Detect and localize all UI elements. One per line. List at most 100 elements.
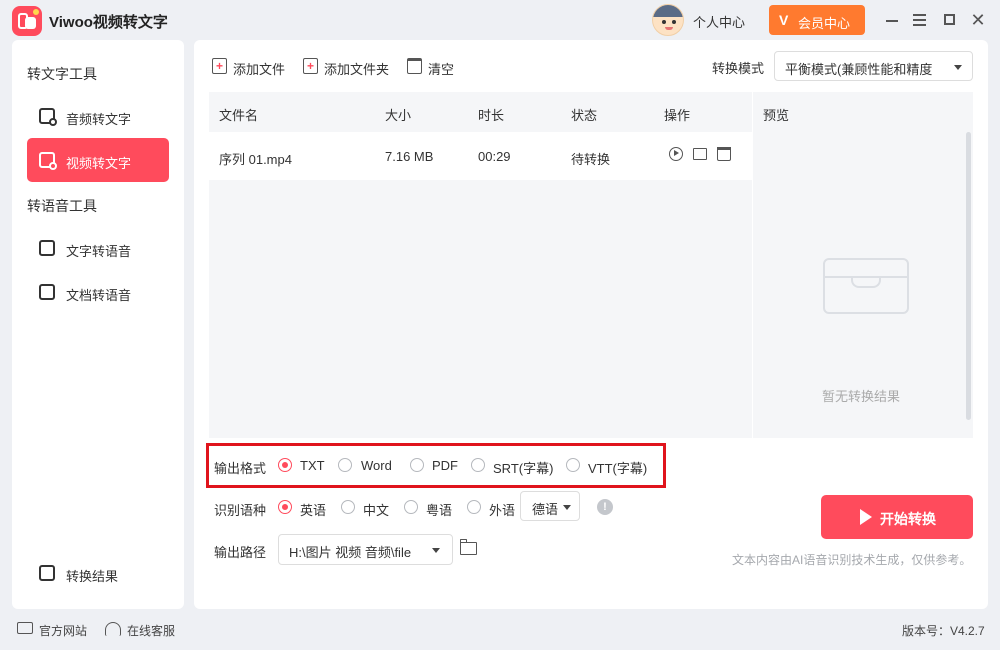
column-header-actions: 操作 xyxy=(664,108,691,123)
result-icon xyxy=(39,565,55,581)
format-radio-txt[interactable] xyxy=(278,458,292,472)
column-header-duration: 时长 xyxy=(478,108,505,123)
language-radio-english[interactable] xyxy=(278,500,292,514)
column-header-filename: 文件名 xyxy=(219,108,259,123)
sidebar-item-text-to-speech[interactable]: 文字转语音 xyxy=(27,226,169,270)
video-to-text-icon xyxy=(39,152,57,170)
preview-scrollbar[interactable] xyxy=(966,132,971,420)
output-format-label: 输出格式 xyxy=(214,461,267,476)
start-convert-label: 开始转换 xyxy=(880,511,936,527)
sidebar-item-label: 转换结果 xyxy=(66,569,119,584)
language-option-foreign[interactable]: 外语 xyxy=(489,500,515,519)
ai-disclaimer: 文本内容由AI语音识别技术生成，仅供参考。 xyxy=(732,553,972,567)
format-option-vtt[interactable]: VTT(字幕) xyxy=(588,458,647,477)
clear-button[interactable]: 清空 xyxy=(407,57,457,77)
section-title-to-text: 转文字工具 xyxy=(27,66,97,82)
add-folder-button[interactable]: + 添加文件夹 xyxy=(303,57,391,77)
play-icon xyxy=(860,509,872,525)
sidebar: 转文字工具 音频转文字 视频转文字 转语音工具 文字转语音 文档转语音 转换结果 xyxy=(12,40,184,609)
app-logo-icon xyxy=(12,6,42,36)
document-to-speech-icon xyxy=(39,284,55,300)
vip-center-button[interactable]: V 会员中心 xyxy=(769,5,865,35)
format-radio-vtt[interactable] xyxy=(566,458,580,472)
start-convert-button[interactable]: 开始转换 xyxy=(821,495,973,539)
language-radio-cantonese[interactable] xyxy=(404,500,418,514)
foreign-language-select[interactable]: 德语 xyxy=(520,491,580,521)
recognition-language-label: 识别语种 xyxy=(214,503,267,518)
sidebar-item-label: 文档转语音 xyxy=(66,288,132,303)
empty-result-text: 暂无转换结果 xyxy=(822,389,901,404)
language-radio-foreign[interactable] xyxy=(467,500,481,514)
sidebar-item-audio-to-text[interactable]: 音频转文字 xyxy=(27,94,169,138)
output-path-value: H:\图片 视频 音频\file xyxy=(289,545,412,560)
trash-icon xyxy=(407,58,422,74)
format-radio-srt[interactable] xyxy=(471,458,485,472)
monitor-icon xyxy=(17,622,33,634)
close-icon[interactable]: ✕ xyxy=(968,10,988,30)
delete-icon[interactable] xyxy=(717,147,731,161)
vip-icon: V xyxy=(779,12,789,28)
audio-to-text-icon xyxy=(39,108,57,126)
main-panel: + 添加文件 + 添加文件夹 清空 转换模式 平衡模式(兼顾性能和精度 文件名 … xyxy=(194,40,988,609)
preview-panel: 预览 暂无转换结果 xyxy=(753,92,973,438)
folder-icon[interactable] xyxy=(693,148,707,160)
sidebar-item-conversion-result[interactable]: 转换结果 xyxy=(27,551,169,595)
foreign-language-value: 德语 xyxy=(532,502,559,517)
file-name: 序列 01.mp4 xyxy=(219,152,292,167)
chevron-down-icon xyxy=(954,65,962,70)
play-icon[interactable] xyxy=(669,147,683,161)
official-website-label: 官方网站 xyxy=(39,624,88,638)
conversion-mode-label: 转换模式 xyxy=(712,61,765,76)
format-radio-pdf[interactable] xyxy=(410,458,424,472)
add-file-icon: + xyxy=(212,58,227,74)
file-status: 待转换 xyxy=(571,152,611,167)
personal-center-link[interactable]: 个人中心 xyxy=(693,12,745,31)
minimize-icon[interactable] xyxy=(882,10,902,30)
browse-folder-icon[interactable] xyxy=(460,539,477,555)
language-option-chinese[interactable]: 中文 xyxy=(363,500,389,519)
format-radio-word[interactable] xyxy=(338,458,352,472)
add-folder-label: 添加文件夹 xyxy=(324,62,390,77)
language-option-english[interactable]: 英语 xyxy=(300,500,326,519)
preview-title: 预览 xyxy=(763,108,790,123)
section-title-to-speech: 转语音工具 xyxy=(27,198,97,214)
add-file-button[interactable]: + 添加文件 xyxy=(212,57,290,77)
format-option-srt[interactable]: SRT(字幕) xyxy=(493,458,553,477)
sidebar-item-label: 文字转语音 xyxy=(66,244,132,259)
output-path-select[interactable]: H:\图片 视频 音频\file xyxy=(278,534,453,565)
conversion-mode-value: 平衡模式(兼顾性能和精度 xyxy=(785,62,933,77)
format-option-word[interactable]: Word xyxy=(361,458,392,473)
app-title: Viwoo视频转文字 xyxy=(49,14,168,31)
conversion-mode-select[interactable]: 平衡模式(兼顾性能和精度 xyxy=(774,51,973,81)
info-icon[interactable]: ! xyxy=(597,499,613,515)
add-file-label: 添加文件 xyxy=(233,62,286,77)
sidebar-item-document-to-speech[interactable]: 文档转语音 xyxy=(27,270,169,314)
format-option-pdf[interactable]: PDF xyxy=(432,458,458,473)
title-bar: Viwoo视频转文字 个人中心 V 会员中心 ✕ xyxy=(0,0,1000,40)
empty-inbox-icon xyxy=(823,258,909,314)
table-header: 文件名 大小 时长 状态 操作 xyxy=(209,92,752,132)
column-header-status: 状态 xyxy=(571,108,598,123)
language-radio-chinese[interactable] xyxy=(341,500,355,514)
table-row[interactable]: 序列 01.mp4 7.16 MB 00:29 待转换 xyxy=(209,132,752,180)
user-avatar[interactable] xyxy=(652,4,684,36)
maximize-icon[interactable] xyxy=(940,10,960,30)
language-option-cantonese[interactable]: 粤语 xyxy=(426,500,452,519)
sidebar-item-video-to-text[interactable]: 视频转文字 xyxy=(27,138,169,182)
file-table: 文件名 大小 时长 状态 操作 序列 01.mp4 7.16 MB 00:29 … xyxy=(209,92,752,438)
online-support-label: 在线客服 xyxy=(127,624,176,638)
chevron-down-icon xyxy=(432,548,440,553)
file-size: 7.16 MB xyxy=(385,149,434,164)
add-folder-icon: + xyxy=(303,58,318,74)
clear-label: 清空 xyxy=(428,62,455,77)
chevron-down-icon xyxy=(563,505,571,510)
output-path-label: 输出路径 xyxy=(214,545,267,560)
text-to-speech-icon xyxy=(39,240,55,256)
headset-icon xyxy=(105,622,121,636)
format-option-txt[interactable]: TXT xyxy=(300,458,325,473)
menu-icon[interactable] xyxy=(910,10,930,30)
version-number: 版本号：V4.2.7 xyxy=(902,624,985,638)
file-duration: 00:29 xyxy=(478,149,511,164)
sidebar-item-label: 音频转文字 xyxy=(66,112,132,127)
vip-center-label: 会员中心 xyxy=(798,16,851,31)
